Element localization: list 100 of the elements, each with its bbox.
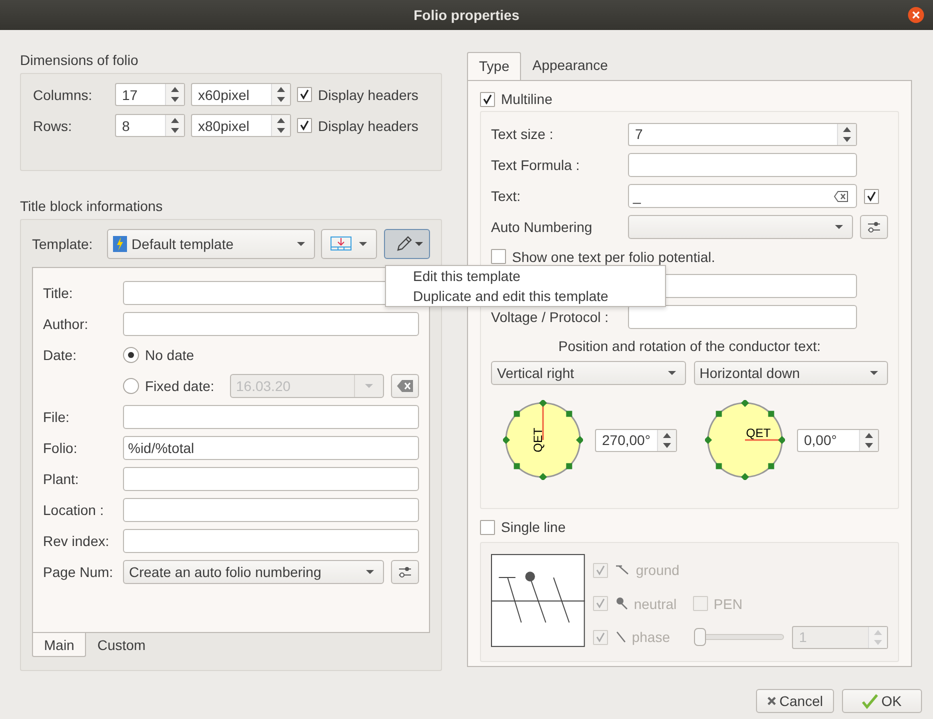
- settings-button[interactable]: [391, 560, 419, 584]
- section-title: Title block informations: [20, 197, 164, 215]
- text-field[interactable]: [123, 467, 419, 491]
- menu-item[interactable]: Duplicate and edit this template: [386, 286, 665, 306]
- text-field[interactable]: [123, 498, 419, 522]
- menu-item[interactable]: Edit this template: [386, 266, 665, 286]
- caret-icon[interactable]: [358, 241, 368, 247]
- dial-label: QET: [531, 428, 545, 452]
- spin-arrows-icon[interactable]: [837, 124, 856, 144]
- caret-icon[interactable]: [834, 224, 844, 230]
- tab[interactable]: Custom: [86, 633, 157, 657]
- position-dropdown[interactable]: Vertical right: [491, 361, 686, 385]
- radio-button[interactable]: [123, 347, 139, 363]
- field-label: Text size :: [491, 126, 554, 142]
- field-label: Title:: [43, 285, 74, 301]
- text-field[interactable]: [628, 305, 857, 329]
- tab[interactable]: Type: [467, 52, 522, 80]
- position-dropdown[interactable]: Horizontal down: [694, 361, 888, 385]
- checkbox-label: ground: [636, 562, 680, 578]
- spin-box[interactable]: 7: [628, 122, 857, 146]
- clear-button[interactable]: [391, 374, 419, 398]
- dial-drawing[interactable]: [705, 400, 785, 480]
- spin-box[interactable]: x60pixel: [191, 83, 291, 106]
- close-icon[interactable]: [907, 6, 925, 24]
- text-field[interactable]: [628, 153, 857, 177]
- neutral-icon: [616, 597, 628, 610]
- insert-icon[interactable]: [330, 236, 352, 252]
- spin-box[interactable]: 17: [115, 83, 185, 106]
- spin-arrows-icon[interactable]: [859, 430, 878, 450]
- ok-button[interactable]: OK: [842, 689, 922, 713]
- ground-icon: [616, 565, 630, 575]
- lightning-icon: [112, 236, 127, 252]
- spin-box[interactable]: 0,00°: [797, 428, 879, 452]
- text-field[interactable]: %id/%total: [123, 436, 419, 460]
- field-label: Rev index:: [43, 533, 110, 549]
- clear-icon[interactable]: [834, 190, 848, 202]
- dial-label: QET: [746, 426, 771, 440]
- checkbox-label: phase: [632, 629, 670, 645]
- text-field[interactable]: _: [628, 184, 857, 208]
- template-dropdown[interactable]: Default template: [106, 229, 316, 259]
- caret-icon[interactable]: [415, 242, 423, 246]
- field-label: Plant:: [43, 471, 80, 487]
- radio-label: No date: [145, 347, 196, 363]
- spin-box[interactable]: 270,00°: [595, 428, 677, 452]
- spin-arrows-icon[interactable]: [271, 84, 290, 105]
- checkbox[interactable]: [297, 87, 312, 102]
- dial-drawing[interactable]: [503, 400, 583, 480]
- checkbox-label: Display headers: [318, 118, 418, 134]
- checkbox[interactable]: [864, 188, 879, 204]
- field-label: Voltage / Protocol :: [491, 309, 610, 325]
- text-field[interactable]: [123, 312, 419, 336]
- settings-button[interactable]: [860, 215, 888, 239]
- text-field[interactable]: [123, 405, 419, 429]
- clear-icon[interactable]: [397, 380, 414, 392]
- field-label: Date:: [43, 347, 78, 363]
- phase-icon: [616, 631, 626, 643]
- spin-arrows-icon[interactable]: [165, 115, 184, 136]
- slider[interactable]: [694, 628, 784, 646]
- tab[interactable]: Appearance: [521, 52, 619, 80]
- field-label: Text Formula :: [491, 157, 581, 173]
- text-field[interactable]: [123, 529, 419, 553]
- spin-box[interactable]: 8: [115, 114, 185, 137]
- spin-arrows-icon[interactable]: [271, 115, 290, 136]
- window-title: Folio properties: [414, 7, 520, 23]
- checkbox[interactable]: [480, 520, 495, 534]
- field-label: Location :: [43, 502, 105, 518]
- caret-icon[interactable]: [296, 241, 306, 247]
- spin-box[interactable]: x80pixel: [191, 114, 291, 137]
- cancel-button[interactable]: Cancel: [756, 689, 834, 713]
- page-number-dropdown[interactable]: Create an auto folio numbering: [123, 560, 384, 584]
- checkbox-label: neutral: [634, 596, 677, 612]
- sliders-icon[interactable]: [866, 220, 882, 234]
- pencil-icon[interactable]: [395, 235, 414, 253]
- radio-label: Fixed date:: [145, 378, 216, 394]
- spin-arrows-icon[interactable]: [165, 84, 184, 105]
- field-label: Page Num:: [43, 564, 114, 580]
- edit-template-button[interactable]: [384, 229, 430, 259]
- checkbox-label: Show one text per folio potential.: [512, 248, 716, 264]
- section-title: Position and rotation of the conductor text:: [557, 338, 822, 354]
- field-label: Text:: [491, 188, 522, 204]
- check-icon[interactable]: [862, 693, 878, 709]
- sliders-icon[interactable]: [397, 565, 414, 579]
- field-label: Auto Numbering: [491, 219, 594, 235]
- cross-icon[interactable]: [767, 694, 776, 708]
- checkbox[interactable]: [480, 92, 495, 106]
- caret-icon[interactable]: [666, 370, 676, 376]
- checkbox-label: Display headers: [318, 86, 418, 102]
- checkbox[interactable]: [297, 118, 312, 133]
- checkbox[interactable]: [491, 249, 506, 264]
- caret-icon[interactable]: [869, 370, 879, 376]
- field-label: Columns:: [33, 86, 94, 102]
- field-label: Rows:: [33, 118, 73, 134]
- radio-button[interactable]: [123, 378, 139, 394]
- caret-icon[interactable]: [365, 569, 376, 575]
- field-label: File:: [43, 409, 70, 425]
- spin-arrows-icon[interactable]: [657, 430, 676, 450]
- section-title: Dimensions of folio: [20, 51, 140, 69]
- checkbox-label: Multiline: [501, 91, 552, 107]
- checkbox-label: PEN: [714, 596, 742, 612]
- tab[interactable]: Main: [32, 633, 86, 657]
